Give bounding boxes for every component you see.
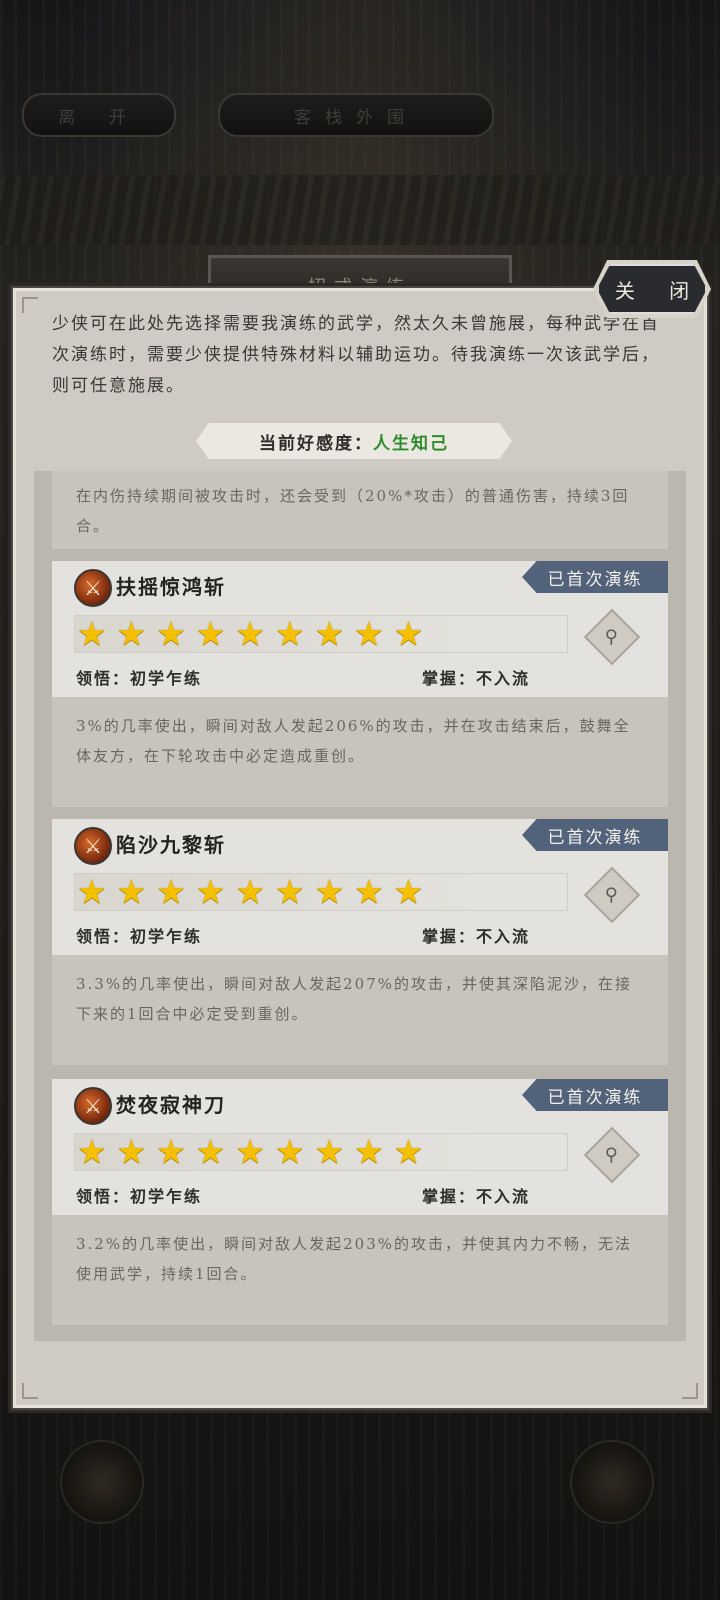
skill-card-partial: 在内伤持续期间被攻击时，还会受到（20%*攻击）的普通伤害，持续3回合。 [52, 471, 668, 549]
skill-name: 焚夜寂神刀 [116, 1093, 226, 1117]
corner-ornament [22, 297, 38, 313]
skill-card[interactable]: 已首次演练 ⚔ 焚夜寂神刀 ★ ★ ★ ★ ★ ★ ★ ★ ★ ⚲ 领悟：初学乍练 掌握：不入流… [52, 1079, 668, 1325]
star-icon: ★ [77, 872, 107, 911]
skill-desc: 3.3%的几率使出，瞬间对敌人发起207%的攻击，并使其深陷泥沙，在接下来的1回… [76, 975, 632, 1023]
star-icon: ★ [156, 1132, 186, 1171]
star-icon: ★ [393, 614, 424, 653]
favor-label: 当前好感度： [259, 433, 373, 454]
magnifier-icon: ⚲ [605, 884, 619, 906]
skill-name: 陷沙九黎斩 [116, 833, 226, 857]
star-icon: ★ [77, 1132, 107, 1171]
star-icon: ★ [274, 614, 305, 653]
star-icon: ★ [195, 614, 226, 653]
star-icon: ★ [116, 872, 147, 911]
mastery: 掌握：不入流 [422, 1187, 531, 1206]
comprehension: 领悟：初学乍练 [76, 669, 203, 688]
roof-decoration [0, 175, 720, 245]
sword-skill-icon: ⚔ [74, 569, 112, 607]
intro-text: 少侠可在此处先选择需要我演练的武学，然太久未曾施展，每种武学在首次演练时，需要少… [52, 314, 660, 396]
location-button[interactable]: 客栈外围 [218, 93, 494, 137]
star-icon: ★ [235, 872, 265, 911]
star-icon: ★ [354, 614, 384, 653]
skill-desc: 在内伤持续期间被攻击时，还会受到（20%*攻击）的普通伤害，持续3回合。 [76, 487, 630, 535]
skill-card[interactable]: 已首次演练 ⚔ 陷沙九黎斩 ★ ★ ★ ★ ★ ★ ★ ★ ★ ⚲ 领悟：初学乍练 掌握：不入流… [52, 819, 668, 1065]
star-icon: ★ [235, 1132, 265, 1171]
skill-desc: 3%的几率使出，瞬间对敌人发起206%的攻击，并在攻击结束后，鼓舞全体友方，在下… [76, 717, 631, 765]
magnifier-icon: ⚲ [605, 1144, 619, 1166]
star-icon: ★ [393, 1132, 424, 1171]
star-rating: ★ ★ ★ ★ ★ ★ ★ ★ ★ [74, 615, 568, 653]
star-icon: ★ [354, 1132, 384, 1171]
star-icon: ★ [116, 1132, 147, 1171]
star-icon: ★ [116, 614, 147, 653]
star-icon: ★ [274, 1132, 305, 1171]
skill-name: 扶摇惊鸿斩 [116, 575, 226, 599]
magnifier-icon: ⚲ [605, 626, 619, 648]
first-practiced-badge: 已首次演练 [522, 1079, 668, 1111]
skill-list[interactable]: 在内伤持续期间被攻击时，还会受到（20%*攻击）的普通伤害，持续3回合。 已首次… [34, 471, 686, 1341]
favor-banner: 当前好感度： 人生知己 [196, 423, 512, 459]
star-icon: ★ [354, 872, 384, 911]
star-icon: ★ [314, 1132, 345, 1171]
corner-ornament [22, 1383, 38, 1399]
comprehension: 领悟：初学乍练 [76, 927, 203, 946]
star-icon: ★ [314, 614, 345, 653]
sword-skill-icon: ⚔ [74, 827, 112, 865]
star-icon: ★ [393, 872, 424, 911]
star-rating: ★ ★ ★ ★ ★ ★ ★ ★ ★ [74, 873, 568, 911]
star-icon: ★ [156, 614, 186, 653]
mastery: 掌握：不入流 [422, 669, 531, 688]
star-icon: ★ [156, 872, 186, 911]
corner-ornament [682, 1383, 698, 1399]
bottom-ornament-right [570, 1440, 654, 1524]
first-practiced-badge: 已首次演练 [522, 561, 668, 593]
favor-value: 人生知己 [373, 433, 449, 454]
sword-skill-icon: ⚔ [74, 1087, 112, 1125]
close-button[interactable]: 关 闭 [597, 264, 707, 314]
leave-button[interactable]: 离 开 [22, 93, 176, 137]
star-icon: ★ [235, 614, 265, 653]
star-icon: ★ [195, 872, 226, 911]
first-practiced-badge: 已首次演练 [522, 819, 668, 851]
skill-card[interactable]: 已首次演练 ⚔ 扶摇惊鸿斩 ★ ★ ★ ★ ★ ★ ★ ★ ★ ⚲ 领悟：初学乍练 掌握：不入流… [52, 561, 668, 807]
skill-desc: 3.2%的几率使出，瞬间对敌人发起203%的攻击，并使其内力不畅，无法使用武学，… [76, 1235, 632, 1283]
comprehension: 领悟：初学乍练 [76, 1187, 203, 1206]
star-icon: ★ [77, 614, 107, 653]
bottom-ornament-left [60, 1440, 144, 1524]
star-icon: ★ [274, 872, 305, 911]
training-dialog: 少侠可在此处先选择需要我演练的武学，然太久未曾施展，每种武学在首次演练时，需要少… [11, 286, 709, 1410]
star-icon: ★ [314, 872, 345, 911]
star-icon: ★ [195, 1132, 226, 1171]
mastery: 掌握：不入流 [422, 927, 531, 946]
star-rating: ★ ★ ★ ★ ★ ★ ★ ★ ★ [74, 1133, 568, 1171]
